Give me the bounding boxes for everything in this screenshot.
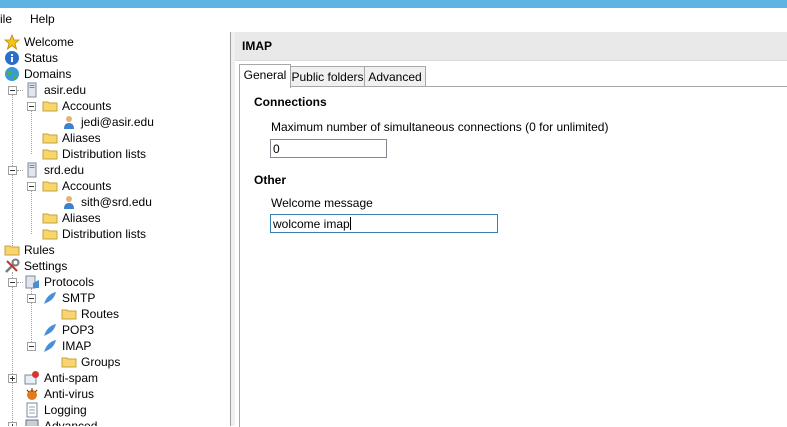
window-title-bar xyxy=(0,0,787,8)
tree-line xyxy=(17,282,23,284)
tree-label: asir.edu xyxy=(44,83,87,97)
tree-label: Accounts xyxy=(62,179,112,193)
welcome-message-input[interactable]: wolcome imap xyxy=(270,214,498,233)
tab-public-folders[interactable]: Public folders xyxy=(290,66,365,87)
folder-icon xyxy=(61,309,77,320)
tools-icon xyxy=(5,258,20,273)
tree-line xyxy=(17,170,23,172)
tree-label: IMAP xyxy=(62,339,92,353)
feather-icon xyxy=(44,292,56,304)
other-heading: Other xyxy=(254,173,287,187)
tree-line xyxy=(12,92,14,168)
tree-label: SMTP xyxy=(62,291,96,305)
collapse-toggle[interactable] xyxy=(8,278,17,287)
welcome-message-value: wolcome imap xyxy=(273,217,350,231)
tree-label: Rules xyxy=(24,243,55,257)
tab-page-general: Connections Maximum number of simultaneo… xyxy=(239,86,787,427)
expand-toggle[interactable] xyxy=(8,422,17,426)
welcome-message-label: Welcome message xyxy=(271,196,373,210)
text-caret xyxy=(349,217,351,230)
tab-advanced[interactable]: Advanced xyxy=(364,66,426,87)
max-connections-value: 0 xyxy=(273,142,280,156)
feather-icon xyxy=(44,324,56,336)
protocols-icon xyxy=(25,275,39,289)
tree-line xyxy=(12,172,14,248)
folder-icon xyxy=(61,357,77,368)
tree-label: Distribution lists xyxy=(62,227,147,241)
tree-label: sith@srd.edu xyxy=(81,195,152,209)
expand-toggle[interactable] xyxy=(8,374,17,383)
folder-icon xyxy=(42,213,58,224)
server-icon xyxy=(27,82,37,98)
tree-line xyxy=(12,272,14,422)
tree-label: POP3 xyxy=(62,323,95,337)
tree-line xyxy=(31,188,33,234)
collapse-toggle[interactable] xyxy=(27,102,36,111)
menu-file[interactable]: ile xyxy=(0,12,12,26)
folder-icon xyxy=(42,101,58,112)
tree-label: Logging xyxy=(44,403,87,417)
tree-line xyxy=(31,108,33,154)
user-icon xyxy=(64,196,74,209)
globe-icon xyxy=(5,67,19,81)
menu-bar: ile Help xyxy=(0,8,787,33)
tree-label: Anti-spam xyxy=(44,371,99,385)
tree-label: Aliases xyxy=(62,131,101,145)
tree-label: Aliases xyxy=(62,211,101,225)
tree-label: Distribution lists xyxy=(62,147,147,161)
collapse-toggle[interactable] xyxy=(27,342,36,351)
max-connections-label: Maximum number of simultaneous connectio… xyxy=(271,120,609,134)
tree-label: Domains xyxy=(24,67,72,81)
tab-general[interactable]: General xyxy=(239,64,291,88)
folder-icon xyxy=(42,229,58,240)
tree-label: Anti-virus xyxy=(44,387,95,401)
feather-icon xyxy=(44,340,56,352)
folder-icon xyxy=(4,245,20,256)
document-icon xyxy=(26,402,38,418)
server-icon xyxy=(27,162,37,178)
settings-panel: IMAP General Public folders Advanced Con… xyxy=(235,32,787,427)
tree-label: Protocols xyxy=(44,275,95,289)
tree-label: Status xyxy=(24,51,59,65)
collapse-toggle[interactable] xyxy=(8,166,17,175)
user-icon xyxy=(64,116,74,129)
tree-label: Advanced xyxy=(44,419,98,426)
tree-label: Accounts xyxy=(62,99,112,113)
max-connections-input[interactable]: 0 xyxy=(270,139,387,158)
tree-label: Groups xyxy=(81,355,121,369)
tree-line xyxy=(17,90,23,92)
advanced-icon xyxy=(25,419,39,426)
anti-spam-icon xyxy=(24,371,39,385)
connections-heading: Connections xyxy=(254,95,327,109)
navigation-tree: Welcome Status Domains asir.edu Accounts… xyxy=(0,32,231,426)
tree-label: Settings xyxy=(24,259,68,273)
menu-help[interactable]: Help xyxy=(30,12,55,26)
collapse-toggle[interactable] xyxy=(27,294,36,303)
folder-icon xyxy=(42,181,58,192)
tree-label: srd.edu xyxy=(44,163,85,177)
star-icon xyxy=(4,34,20,50)
tree-label: Routes xyxy=(81,307,120,321)
info-icon xyxy=(5,51,19,65)
collapse-toggle[interactable] xyxy=(8,86,17,95)
panel-header: IMAP xyxy=(235,32,787,61)
anti-virus-icon xyxy=(26,388,38,400)
folder-icon xyxy=(42,133,58,144)
collapse-toggle[interactable] xyxy=(27,182,36,191)
panel-title: IMAP xyxy=(242,39,272,53)
tree-label: Welcome xyxy=(24,35,74,49)
folder-icon xyxy=(42,149,58,160)
tree-label: jedi@asir.edu xyxy=(81,115,154,129)
